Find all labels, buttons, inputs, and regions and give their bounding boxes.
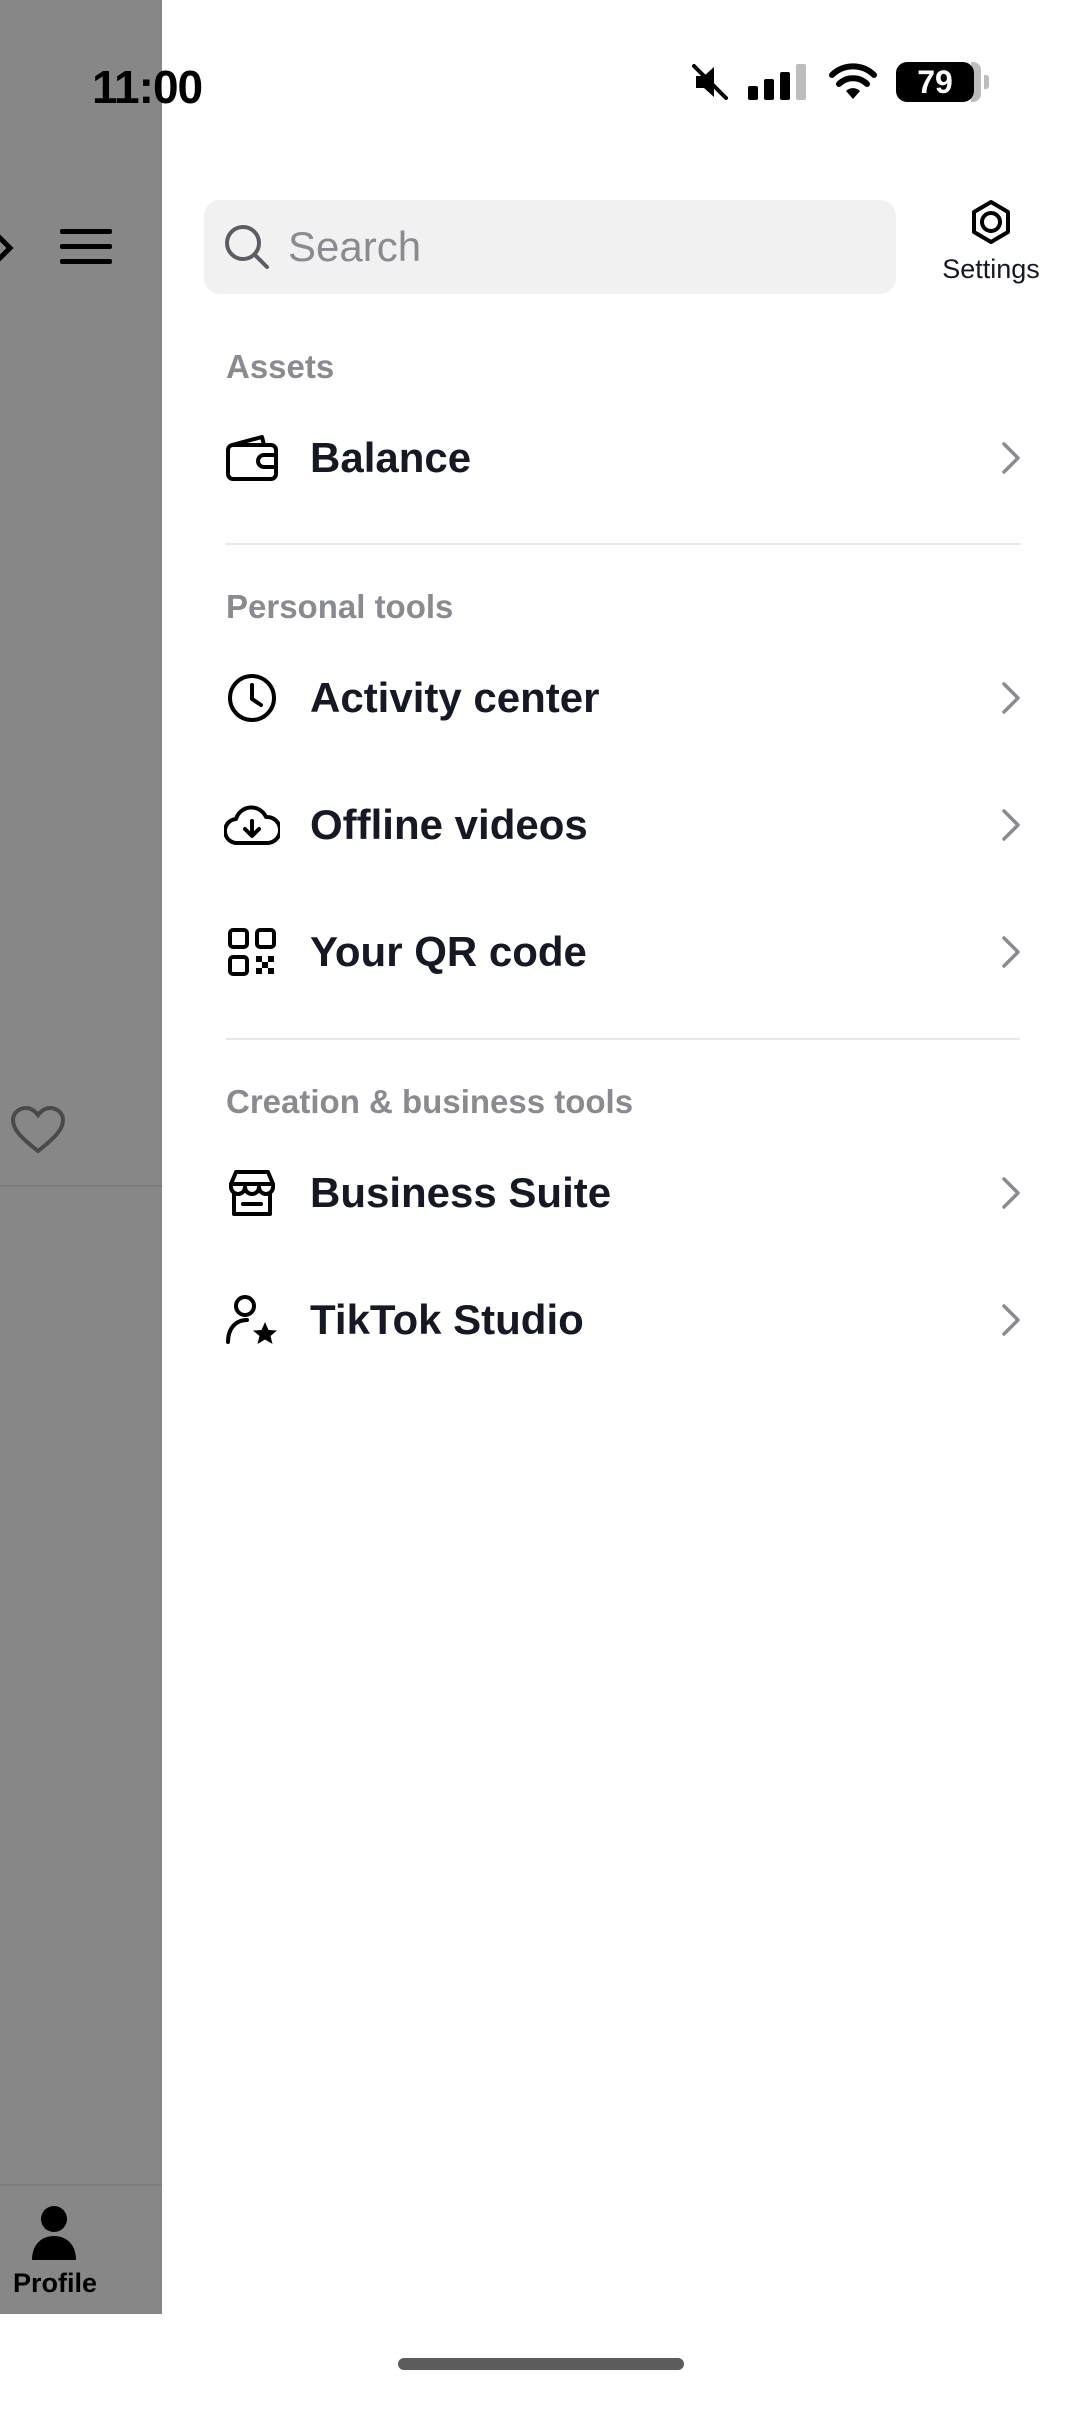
chevron-right-icon <box>1002 682 1020 714</box>
settings-label: Settings <box>942 254 1040 284</box>
background-app-overlay[interactable]: Profile <box>0 0 162 2314</box>
menu-item-business-suite[interactable]: Business Suite <box>204 1138 1034 1248</box>
menu-item-label: Business Suite <box>310 1169 612 1216</box>
chevron-right-icon <box>1002 1177 1020 1209</box>
tabbar-divider <box>0 2184 162 2186</box>
menu-item-label: Your QR code <box>310 928 587 975</box>
user-star-icon <box>226 1295 277 1344</box>
menu-item-activity-center[interactable]: Activity center <box>204 643 1034 753</box>
mute-icon <box>692 64 728 100</box>
heart-icon <box>10 1105 66 1154</box>
menu-item-label: Offline videos <box>310 801 588 848</box>
settings-button[interactable]: Settings <box>926 198 1056 298</box>
battery-tip <box>984 75 989 89</box>
battery-indicator: 79 <box>896 62 989 102</box>
search-icon <box>225 225 269 269</box>
search-box[interactable] <box>204 200 896 294</box>
menu-item-label: Balance <box>310 434 472 481</box>
cellular-signal-icon <box>748 64 806 100</box>
status-time: 11:00 <box>92 61 203 113</box>
wallet-icon <box>226 435 278 481</box>
menu-item-label: Activity center <box>310 674 600 721</box>
qr-code-icon <box>228 928 276 976</box>
chevron-right-icon <box>1002 1304 1020 1336</box>
section-label-creation-business-tools: Creation & business tools <box>226 1083 634 1120</box>
home-indicator[interactable] <box>398 2358 684 2370</box>
section-label-personal-tools: Personal tools <box>226 588 454 625</box>
menu-item-tiktok-studio[interactable]: TikTok Studio <box>204 1265 1034 1375</box>
menu-item-offline-videos[interactable]: Offline videos <box>204 770 1034 880</box>
section-divider <box>226 543 1020 545</box>
chevron-right-icon <box>1002 936 1020 968</box>
wifi-icon <box>829 63 877 99</box>
arrow-right-icon <box>0 234 14 262</box>
gear-icon <box>972 200 1010 244</box>
cloud-download-icon <box>224 805 280 846</box>
clock-icon <box>228 674 276 722</box>
profile-icon[interactable] <box>30 2204 78 2260</box>
chevron-right-icon <box>1002 442 1020 474</box>
menu-item-label: TikTok Studio <box>310 1296 584 1343</box>
background-divider <box>0 1185 162 1187</box>
battery-level: 79 <box>896 62 974 102</box>
section-divider <box>226 1038 1020 1040</box>
store-icon <box>229 1170 275 1216</box>
search-input[interactable] <box>286 222 850 272</box>
chevron-right-icon <box>1002 809 1020 841</box>
section-label-assets: Assets <box>226 348 335 385</box>
status-icons: 79 <box>690 62 989 102</box>
hamburger-menu-icon[interactable] <box>60 227 112 267</box>
tab-profile-label[interactable]: Profile <box>0 2268 110 2299</box>
menu-item-balance[interactable]: Balance <box>204 403 1034 513</box>
menu-item-your-qr-code[interactable]: Your QR code <box>204 897 1034 1007</box>
